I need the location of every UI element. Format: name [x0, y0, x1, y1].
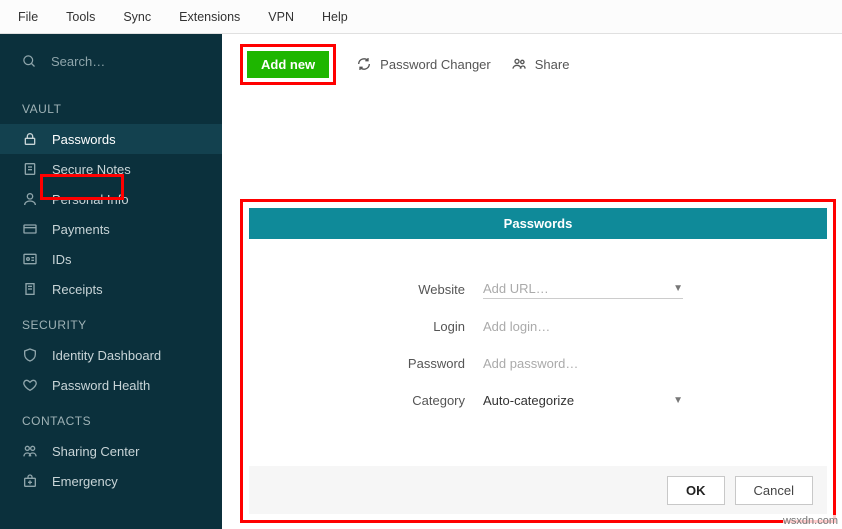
category-value: Auto-categorize — [483, 393, 574, 408]
card-icon — [22, 221, 38, 237]
website-field[interactable]: Add URL… ▼ — [483, 279, 683, 299]
sidebar-item-label: Personal Info — [52, 192, 129, 207]
login-label: Login — [283, 319, 483, 334]
sidebar-item-secure-notes[interactable]: Secure Notes — [0, 154, 222, 184]
section-vault: VAULT — [0, 88, 222, 124]
sidebar-item-passwords[interactable]: Passwords — [0, 124, 222, 154]
password-changer-button[interactable]: Password Changer — [356, 56, 491, 72]
sidebar-item-receipts[interactable]: Receipts — [0, 274, 222, 304]
sidebar-item-label: Payments — [52, 222, 110, 237]
sidebar-item-label: IDs — [52, 252, 72, 267]
sidebar-item-label: Identity Dashboard — [52, 348, 161, 363]
sidebar-item-sharing-center[interactable]: Sharing Center — [0, 436, 222, 466]
share-icon — [22, 443, 38, 459]
search-placeholder: Search… — [51, 54, 105, 69]
person-icon — [22, 191, 38, 207]
sidebar-item-label: Emergency — [52, 474, 118, 489]
login-placeholder: Add login… — [483, 319, 550, 334]
menu-vpn[interactable]: VPN — [268, 10, 294, 24]
toolbar: Add new Password Changer Share — [222, 34, 842, 94]
watermark: wsxdn.com — [783, 515, 838, 527]
id-icon — [22, 251, 38, 267]
website-placeholder: Add URL… — [483, 281, 549, 296]
heart-icon — [22, 377, 38, 393]
sidebar-item-personal-info[interactable]: Personal Info — [0, 184, 222, 214]
note-icon — [22, 161, 38, 177]
add-new-button[interactable]: Add new — [247, 51, 329, 78]
people-icon — [511, 56, 527, 72]
share-label: Share — [535, 57, 570, 72]
cancel-button[interactable]: Cancel — [735, 476, 813, 505]
add-password-panel: Passwords Website Add URL… ▼ Login Add l… — [240, 199, 836, 523]
panel-title: Passwords — [249, 208, 827, 239]
add-new-highlight: Add new — [240, 44, 336, 85]
password-field[interactable]: Add password… — [483, 354, 683, 373]
sidebar-item-password-health[interactable]: Password Health — [0, 370, 222, 400]
shield-icon — [22, 347, 38, 363]
sidebar-item-label: Password Health — [52, 378, 150, 393]
menu-sync[interactable]: Sync — [123, 10, 151, 24]
menu-extensions[interactable]: Extensions — [179, 10, 240, 24]
chevron-down-icon: ▼ — [673, 395, 683, 406]
menu-bar: File Tools Sync Extensions VPN Help — [0, 0, 842, 34]
menu-help[interactable]: Help — [322, 10, 348, 24]
sidebar-item-payments[interactable]: Payments — [0, 214, 222, 244]
kit-icon — [22, 473, 38, 489]
password-label: Password — [283, 356, 483, 371]
login-field[interactable]: Add login… — [483, 317, 683, 336]
sidebar-item-emergency[interactable]: Emergency — [0, 466, 222, 496]
password-placeholder: Add password… — [483, 356, 578, 371]
sidebar-item-label: Passwords — [52, 132, 116, 147]
share-button[interactable]: Share — [511, 56, 570, 72]
search-input[interactable]: Search… — [0, 34, 222, 88]
category-label: Category — [283, 393, 483, 408]
chevron-down-icon: ▼ — [673, 283, 683, 294]
website-label: Website — [283, 282, 483, 297]
search-icon — [22, 54, 37, 69]
sidebar-item-label: Sharing Center — [52, 444, 139, 459]
sidebar-item-identity-dashboard[interactable]: Identity Dashboard — [0, 340, 222, 370]
refresh-icon — [356, 56, 372, 72]
menu-file[interactable]: File — [18, 10, 38, 24]
sidebar-item-label: Receipts — [52, 282, 103, 297]
lock-icon — [22, 131, 38, 147]
section-security: SECURITY — [0, 304, 222, 340]
receipt-icon — [22, 281, 38, 297]
sidebar: Search… VAULT Passwords Secure Notes Per… — [0, 34, 222, 529]
sidebar-item-label: Secure Notes — [52, 162, 131, 177]
password-changer-label: Password Changer — [380, 57, 491, 72]
menu-tools[interactable]: Tools — [66, 10, 95, 24]
panel-footer: OK Cancel — [249, 466, 827, 514]
ok-button[interactable]: OK — [667, 476, 725, 505]
section-contacts: CONTACTS — [0, 400, 222, 436]
category-field[interactable]: Auto-categorize ▼ — [483, 391, 683, 410]
content-area: Add new Password Changer Share Passwords… — [222, 34, 842, 529]
sidebar-item-ids[interactable]: IDs — [0, 244, 222, 274]
